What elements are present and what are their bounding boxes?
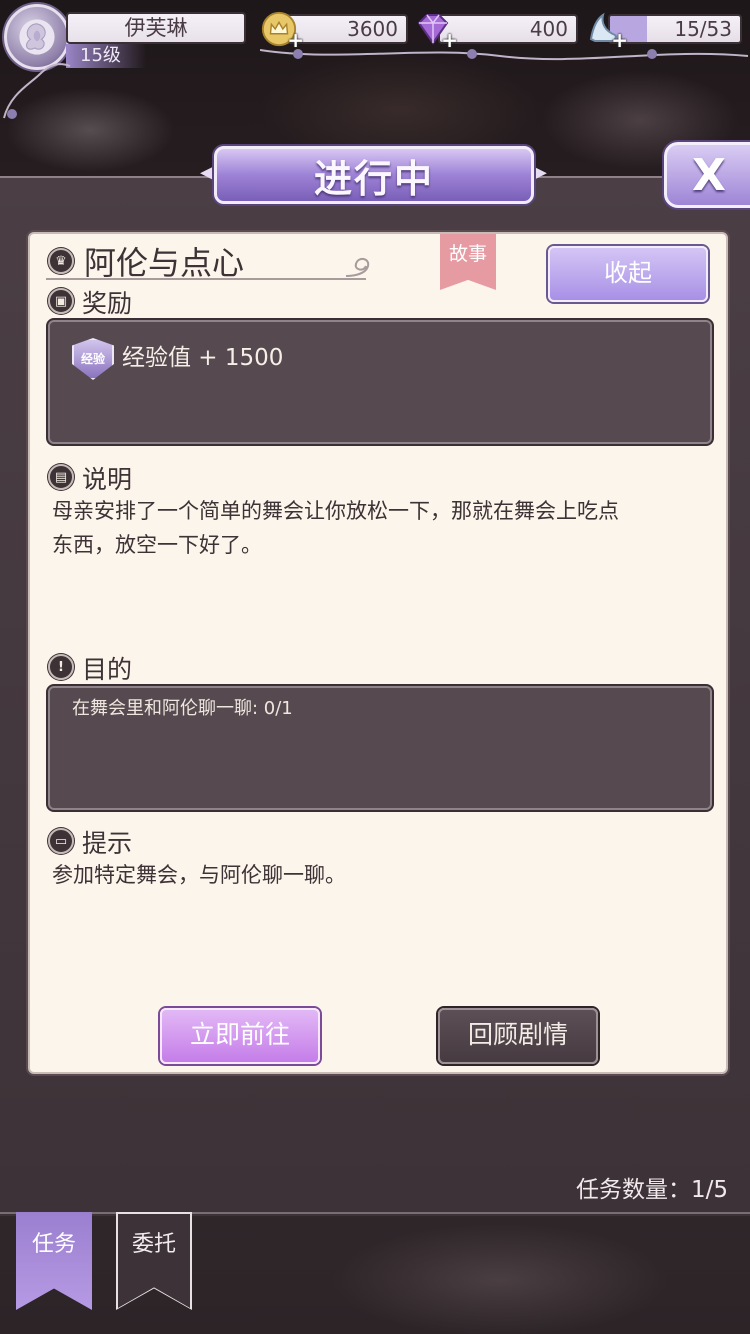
reward-section-title: 奖励 — [82, 289, 133, 318]
reward-text: 经验值 + 1500 — [122, 345, 284, 371]
hint-text: 参加特定舞会，与阿伦聊一聊。 — [52, 863, 346, 887]
book-bullet-icon: ▤ — [48, 464, 74, 490]
crown-bullet-icon: ♛ — [48, 248, 74, 274]
exp-badge-icon: 经验 — [72, 338, 114, 380]
vine-decoration-left — [3, 63, 71, 119]
top-status-bar: 伊芙琳 15级 3600 + 400 + 15/53 + — [0, 0, 750, 119]
hint-section-title: 提示 — [82, 829, 133, 858]
tab-bar-divider — [0, 1212, 750, 1214]
collapse-button[interactable]: 收起 — [548, 246, 708, 302]
stamina-value: 15/53 — [674, 17, 732, 41]
title-underline — [46, 278, 366, 280]
reward-box: 经验 经验值 + 1500 — [48, 320, 712, 444]
tab-commissions-label: 委托 — [131, 1232, 176, 1257]
tab-quests-label: 任务 — [31, 1232, 76, 1257]
reward-bullet-icon: ▣ — [48, 288, 74, 314]
objective-text: 在舞会里和阿伦聊一聊: 0/1 — [72, 698, 293, 719]
review-story-button[interactable]: 回顾剧情 — [438, 1008, 598, 1064]
description-text: 母亲安排了一个简单的舞会让你放松一下，那就在舞会上吃点 东西，放空一下好了。 — [52, 494, 712, 562]
quest-count: 任务数量：1/5 — [575, 1177, 728, 1203]
close-button[interactable]: X — [664, 142, 750, 208]
coin-value: 3600 — [347, 17, 398, 41]
close-icon: X — [692, 149, 726, 201]
vine-decoration-top — [260, 49, 749, 61]
note-bullet-icon: ▭ — [48, 828, 74, 854]
description-line-1: 母亲安排了一个简单的舞会让你放松一下，那就在舞会上吃点 — [52, 499, 619, 523]
objective-box: 在舞会里和阿伦聊一聊: 0/1 — [48, 686, 712, 810]
gem-value: 400 — [529, 17, 568, 41]
swirl-decoration-icon — [345, 258, 370, 277]
exclamation-bullet-icon: ! — [48, 654, 74, 680]
go-now-button[interactable]: 立即前往 — [160, 1008, 320, 1064]
page-title: 进行中 — [313, 156, 434, 201]
player-name: 伊芙琳 — [66, 12, 246, 44]
objective-section-title: 目的 — [82, 655, 133, 684]
description-section-title: 说明 — [82, 465, 133, 494]
story-tag: 故事 — [440, 234, 496, 290]
description-line-2: 东西，放空一下好了。 — [52, 533, 262, 557]
page-title-banner: 进行中 — [214, 146, 534, 204]
quest-card: ♛ 阿伦与点心 故事 收起 ▣ 奖励 经验 经验值 + 1500 ▤ 说明 母亲… — [28, 232, 728, 1074]
